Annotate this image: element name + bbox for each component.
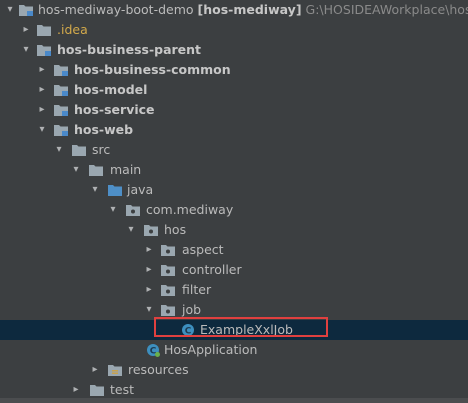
chevron-down-icon[interactable]: ▾ bbox=[143, 300, 155, 320]
tree-row-service[interactable]: ▸ hos-service bbox=[0, 100, 468, 120]
tree-row-filter[interactable]: ▸ filter bbox=[0, 280, 468, 300]
package-icon bbox=[160, 303, 176, 317]
tree-row-test[interactable]: ▸ test bbox=[0, 380, 468, 400]
tree-label-service: hos-service bbox=[74, 102, 155, 117]
tree-label-aspect: aspect bbox=[182, 242, 224, 257]
folder-icon bbox=[36, 23, 52, 37]
chevron-right-icon[interactable]: ▸ bbox=[36, 60, 48, 80]
tree-label-hos: hos bbox=[164, 222, 187, 237]
chevron-right-icon[interactable]: ▸ bbox=[89, 360, 101, 380]
chevron-down-icon[interactable]: ▾ bbox=[70, 160, 82, 180]
chevron-down-icon[interactable]: ▾ bbox=[20, 40, 32, 60]
tree-row-web[interactable]: ▾ hos-web bbox=[0, 120, 468, 140]
resources-folder-icon bbox=[107, 363, 123, 377]
tree-row-idea[interactable]: ▸ .idea bbox=[0, 20, 468, 40]
tree-label-main: main bbox=[110, 162, 142, 177]
module-icon bbox=[36, 43, 52, 57]
tree-label-model: hos-model bbox=[74, 82, 148, 97]
chevron-down-icon[interactable]: ▾ bbox=[53, 140, 65, 160]
tree-row-hos[interactable]: ▾ hos bbox=[0, 220, 468, 240]
package-icon bbox=[160, 243, 176, 257]
chevron-right-icon[interactable]: ▸ bbox=[36, 100, 48, 120]
tree-row-project[interactable]: ▾ hos-mediway-boot-demo [hos-mediway] G:… bbox=[0, 0, 468, 20]
tree-row-src[interactable]: ▾ src bbox=[0, 140, 468, 160]
tree-row-model[interactable]: ▸ hos-model bbox=[0, 80, 468, 100]
tree-row-main[interactable]: ▾ main bbox=[0, 160, 468, 180]
tree-row-business-common[interactable]: ▸ hos-business-common bbox=[0, 60, 468, 80]
module-icon bbox=[53, 123, 69, 137]
tree-label-web: hos-web bbox=[74, 122, 134, 137]
tree-label-resources: resources bbox=[128, 362, 189, 377]
project-path: G:\HOSIDEAWorkplace\hos-m bbox=[305, 2, 468, 17]
horizontal-scrollbar[interactable] bbox=[0, 398, 468, 403]
chevron-right-icon[interactable]: ▸ bbox=[143, 240, 155, 260]
package-icon bbox=[160, 263, 176, 277]
chevron-right-icon[interactable]: ▸ bbox=[143, 280, 155, 300]
module-icon bbox=[18, 3, 34, 17]
tree-label-example-class: ExampleXxlJob bbox=[200, 322, 293, 337]
tree-label-controller: controller bbox=[182, 262, 242, 277]
tree-row-controller[interactable]: ▸ controller bbox=[0, 260, 468, 280]
module-icon bbox=[53, 103, 69, 117]
tree-row-business-parent[interactable]: ▾ hos-business-parent bbox=[0, 40, 468, 60]
package-icon bbox=[125, 203, 141, 217]
package-icon bbox=[160, 283, 176, 297]
tree-label-app-class: HosApplication bbox=[164, 342, 258, 357]
tree-label-filter: filter bbox=[182, 282, 212, 297]
tree-label-package: com.mediway bbox=[146, 202, 234, 217]
chevron-down-icon[interactable]: ▾ bbox=[107, 200, 119, 220]
class-icon bbox=[180, 323, 196, 337]
module-icon bbox=[53, 83, 69, 97]
spring-app-icon bbox=[145, 343, 161, 357]
tree-row-java[interactable]: ▾ java bbox=[0, 180, 468, 200]
folder-icon bbox=[89, 383, 105, 397]
tree-row-aspect[interactable]: ▸ aspect bbox=[0, 240, 468, 260]
folder-icon bbox=[71, 143, 87, 157]
tree-label-test: test bbox=[110, 382, 135, 397]
tree-label-idea: .idea bbox=[57, 22, 88, 37]
tree-row-app-class[interactable]: HosApplication bbox=[0, 340, 468, 360]
package-icon bbox=[143, 223, 159, 237]
chevron-down-icon[interactable]: ▾ bbox=[4, 0, 16, 20]
tree-label-src: src bbox=[92, 142, 111, 157]
tree-label-business-parent: hos-business-parent bbox=[57, 42, 202, 57]
chevron-down-icon[interactable]: ▾ bbox=[89, 180, 101, 200]
chevron-right-icon[interactable]: ▸ bbox=[70, 380, 82, 400]
source-folder-icon bbox=[107, 183, 123, 197]
chevron-right-icon[interactable]: ▸ bbox=[20, 20, 32, 40]
tree-row-resources[interactable]: ▸ resources bbox=[0, 360, 468, 380]
chevron-right-icon[interactable]: ▸ bbox=[143, 260, 155, 280]
chevron-down-icon[interactable]: ▾ bbox=[125, 220, 137, 240]
project-module: [hos-mediway] bbox=[197, 2, 302, 17]
module-icon bbox=[53, 63, 69, 77]
tree-row-package[interactable]: ▾ com.mediway bbox=[0, 200, 468, 220]
folder-icon bbox=[88, 163, 104, 177]
tree-row-job[interactable]: ▾ job bbox=[0, 300, 468, 320]
tree-label-java: java bbox=[127, 182, 154, 197]
tree-label-job: job bbox=[182, 302, 202, 317]
tree-row-example-class[interactable]: ExampleXxlJob bbox=[0, 320, 468, 340]
chevron-right-icon[interactable]: ▸ bbox=[36, 80, 48, 100]
project-tree: ▾ hos-mediway-boot-demo [hos-mediway] G:… bbox=[0, 0, 468, 400]
project-name: hos-mediway-boot-demo bbox=[38, 2, 194, 17]
chevron-down-icon[interactable]: ▾ bbox=[36, 120, 48, 140]
tree-label-business-common: hos-business-common bbox=[74, 62, 231, 77]
